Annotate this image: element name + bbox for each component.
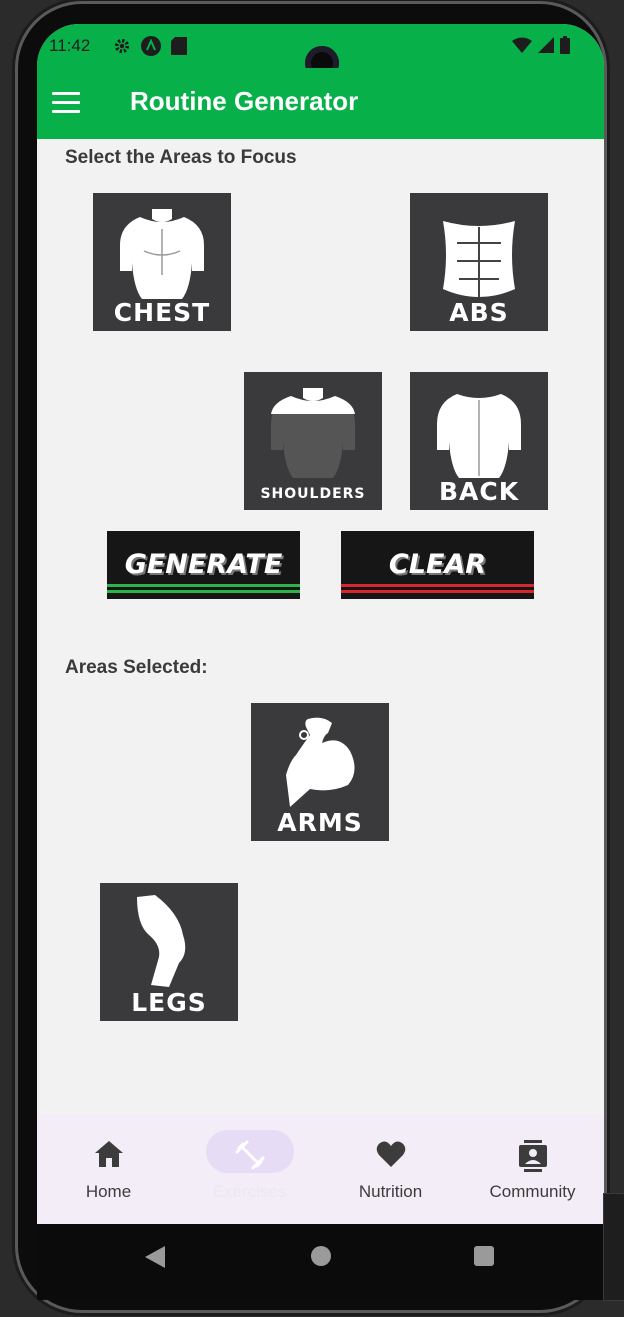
nav-home[interactable]: Home (38, 1114, 179, 1224)
home-icon (94, 1141, 123, 1167)
legs-tile[interactable]: LEGS (100, 883, 238, 1021)
system-navigation-bar (37, 1224, 604, 1300)
back-nav-icon[interactable] (145, 1246, 165, 1268)
page-title: Routine Generator (130, 86, 359, 116)
menu-icon[interactable] (52, 92, 80, 114)
abs-label: ABS (449, 298, 509, 327)
chest-label: CHEST (113, 298, 211, 327)
settings-icon (114, 38, 130, 54)
generate-button[interactable]: GENERATE (107, 531, 300, 599)
nav-exercises-label: Exercises (212, 1182, 287, 1201)
selected-section-label: Areas Selected: (65, 657, 208, 678)
app-notification-icon (141, 36, 161, 56)
bottom-navigation: Home Exercises Nutrition Community (37, 1114, 604, 1224)
abs-tile[interactable]: ABS (410, 193, 548, 331)
status-time: 11:42 (49, 36, 91, 55)
sd-card-icon (171, 37, 187, 55)
battery-icon (560, 36, 570, 54)
nav-nutrition-label: Nutrition (358, 1182, 423, 1201)
wifi-icon (512, 37, 532, 53)
nav-nutrition[interactable]: Nutrition (320, 1114, 461, 1224)
app-screen: 11:42 Routine Generator Select the Areas… (37, 24, 604, 1300)
chest-tile[interactable]: CHEST (93, 193, 231, 331)
back-tile[interactable]: BACK (410, 372, 548, 510)
dumbbell-icon (235, 1140, 264, 1170)
nav-home-label: Home (85, 1182, 132, 1201)
emulator-side-controls[interactable] (603, 1193, 624, 1301)
generate-button-label: GENERATE (124, 549, 283, 580)
focus-section-label: Select the Areas to Focus (65, 147, 297, 168)
legs-label: LEGS (131, 988, 207, 1017)
signal-icon (538, 37, 554, 53)
nav-exercises[interactable]: Exercises (179, 1114, 320, 1224)
shoulders-tile[interactable]: SHOULDERS (244, 372, 382, 510)
recents-nav-icon[interactable] (474, 1246, 494, 1266)
back-label: BACK (438, 477, 520, 506)
chest-icon (120, 209, 204, 299)
app-bar: Routine Generator (37, 68, 604, 139)
arms-tile[interactable]: ARMS (251, 703, 389, 841)
leg-icon (137, 895, 186, 987)
nav-community-label: Community (489, 1182, 576, 1201)
back-icon (437, 394, 521, 478)
nav-community[interactable]: Community (462, 1114, 603, 1224)
abs-icon (443, 221, 515, 297)
shoulders-icon (271, 388, 355, 478)
heart-icon (376, 1141, 405, 1167)
arms-label: ARMS (277, 808, 363, 837)
clear-button-label: CLEAR (388, 549, 487, 580)
arm-flex-icon (286, 717, 355, 807)
shoulders-label: SHOULDERS (260, 486, 366, 502)
contact-icon (518, 1140, 547, 1172)
clear-button[interactable]: CLEAR (341, 531, 534, 599)
home-nav-icon[interactable] (311, 1246, 331, 1266)
